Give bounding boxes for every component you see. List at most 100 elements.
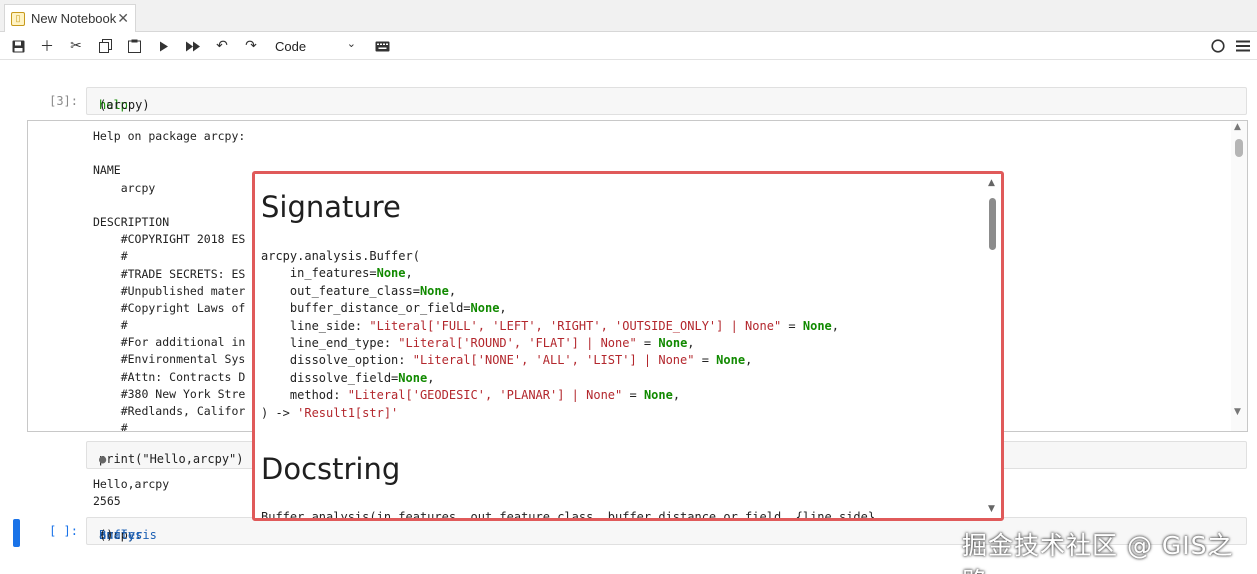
param-pre: line_side:: [261, 318, 370, 333]
tab-title: New Notebook: [31, 11, 117, 26]
help-output-line: #Copyright Laws of: [93, 300, 246, 315]
scroll-up-icon[interactable]: ▲: [988, 178, 995, 188]
run-icon[interactable]: [154, 36, 174, 56]
cell-prompt: [ ]:: [49, 524, 78, 538]
signature-param: dissolve_field=None,: [261, 370, 435, 385]
add-icon[interactable]: ＋: [37, 36, 57, 56]
docstring-heading: Docstring: [261, 452, 401, 486]
param-none: None: [802, 318, 832, 333]
param-post: ,: [405, 266, 413, 281]
help-output-line: #COPYRIGHT 2018 ES: [93, 232, 246, 247]
param-lit: "Literal['GEODESIC', 'PLANAR'] | None": [347, 388, 623, 403]
code-cell-input[interactable]: help (arcpy): [86, 87, 1247, 115]
help-output-line: #Redlands, Califor: [93, 404, 246, 418]
param-lit: "Literal['ROUND', 'FLAT'] | None": [398, 336, 637, 351]
kernel-status-icon: [1208, 36, 1228, 56]
param-none: None: [470, 301, 500, 316]
undo-icon[interactable]: ↶: [212, 36, 232, 56]
help-output-line: #For additional in: [93, 335, 246, 350]
signature-param: out_feature_class=None,: [261, 284, 456, 298]
param-pre: line_end_type:: [261, 336, 399, 351]
tab-new-notebook[interactable]: ▯ New Notebook ✕: [4, 4, 136, 32]
help-output-line: #Environmental Sys: [93, 352, 246, 367]
copy-icon[interactable]: [95, 36, 115, 56]
param-eq: =: [781, 318, 803, 333]
notebook-toolbar: ＋ ✂ ↶ ↷ Code ⌄: [0, 32, 1257, 60]
param-pre: dissolve_field=: [261, 370, 399, 385]
menu-icon[interactable]: [1233, 36, 1253, 56]
param-eq: =: [636, 336, 659, 351]
help-output-line: Help on package arcpy:: [93, 129, 246, 143]
redo-icon[interactable]: ↷: [241, 36, 261, 56]
cell-type-value: Code: [275, 38, 307, 54]
signature-tail: ) ->: [261, 405, 298, 420]
cell-prompt: [3]:: [49, 94, 78, 108]
signature-heading: Signature: [261, 190, 401, 224]
code-args: (arcpy): [99, 98, 150, 112]
help-output-line: #: [93, 421, 128, 432]
docstring-text: Buffer_analysis(in_features, out_feature…: [261, 510, 876, 521]
param-pre: out_feature_class=: [261, 283, 420, 298]
param-post: ,: [687, 336, 695, 351]
code-call: (): [99, 528, 114, 542]
help-output-line: #: [93, 318, 128, 333]
help-output-line: #Unpublished mater: [93, 283, 246, 298]
param-post: ,: [448, 283, 457, 298]
tab-strip: ▯ New Notebook ✕: [0, 0, 1257, 32]
chevron-down-icon: ⌄: [346, 37, 356, 50]
keyboard-icon[interactable]: [372, 36, 392, 56]
param-none: None: [643, 388, 673, 403]
notebook-icon: ▯: [11, 11, 25, 26]
param-pre: in_features=: [261, 266, 377, 281]
param-lit: "Literal['FULL', 'LEFT', 'RIGHT', 'OUTSI…: [369, 318, 782, 333]
param-none: None: [716, 353, 746, 368]
signature-param: method: "Literal['GEODESIC', 'PLANAR'] |…: [261, 388, 680, 402]
param-eq: =: [622, 388, 644, 403]
param-none: None: [398, 370, 428, 385]
param-lit: "Literal['NONE', 'ALL', 'LIST'] | None": [412, 353, 695, 368]
save-icon[interactable]: [8, 36, 28, 56]
signature-head: arcpy.analysis.Buffer(: [261, 249, 420, 263]
watermark: 掘金技术社区 @ GIS之路: [962, 531, 1234, 574]
signature-param: dissolve_option: "Literal['NONE', 'ALL',…: [261, 353, 752, 367]
scroll-thumb[interactable]: [1235, 139, 1243, 157]
signature-param: buffer_distance_or_field=None,: [261, 301, 507, 315]
help-output-line: arcpy: [93, 180, 156, 195]
help-output-line: [93, 197, 245, 214]
cell-marker: ●: [99, 452, 107, 466]
cell-type-select[interactable]: Code ⌄: [268, 36, 360, 56]
help-output-line: DESCRIPTION: [93, 214, 170, 229]
scroll-thumb[interactable]: [989, 198, 996, 250]
param-none: None: [419, 283, 449, 298]
signature-param: line_end_type: "Literal['ROUND', 'FLAT']…: [261, 336, 695, 350]
tooltip-scrollbar[interactable]: ▲ ▼: [987, 178, 999, 514]
help-output-line: #Attn: Contracts D: [93, 369, 246, 384]
signature-param: line_side: "Literal['FULL', 'LEFT', 'RIG…: [261, 319, 839, 333]
scroll-down-icon[interactable]: ▼: [988, 504, 995, 514]
stdout-line: Hello,arcpy: [93, 477, 170, 491]
run-all-icon[interactable]: [183, 36, 203, 56]
param-pre: dissolve_option:: [261, 353, 413, 368]
signature-code: arcpy.analysis.Buffer( in_features=None,…: [261, 248, 839, 422]
param-none: None: [376, 266, 406, 281]
param-post: ,: [745, 353, 753, 368]
help-output-line: NAME: [93, 163, 121, 178]
param-post: ,: [672, 388, 681, 403]
scroll-down-icon[interactable]: ▼: [1234, 407, 1241, 417]
print-code: print("Hello,arcpy"): [99, 452, 244, 466]
cut-icon[interactable]: ✂: [66, 36, 86, 56]
active-cell-indicator: [13, 519, 20, 547]
stdout-line: 2565: [93, 494, 121, 508]
param-none: None: [658, 336, 688, 351]
signature-return: 'Result1[str]': [297, 405, 399, 420]
param-pre: buffer_distance_or_field=: [261, 301, 471, 316]
output-scrollbar[interactable]: ▲ ▼: [1231, 121, 1247, 431]
help-output-line: #380 New York Stre: [93, 386, 246, 401]
signature-tooltip[interactable]: Signature arcpy.analysis.Buffer( in_feat…: [252, 171, 1004, 521]
scroll-up-icon[interactable]: ▲: [1234, 122, 1241, 132]
close-icon[interactable]: ✕: [117, 10, 129, 27]
paste-icon[interactable]: [124, 36, 144, 56]
help-output-line: #TRADE SECRETS: ES: [93, 266, 246, 281]
help-output-text: Help on package arcpy: NAME arcpy DESCRIPT…: [93, 128, 246, 432]
param-post: ,: [499, 301, 507, 316]
